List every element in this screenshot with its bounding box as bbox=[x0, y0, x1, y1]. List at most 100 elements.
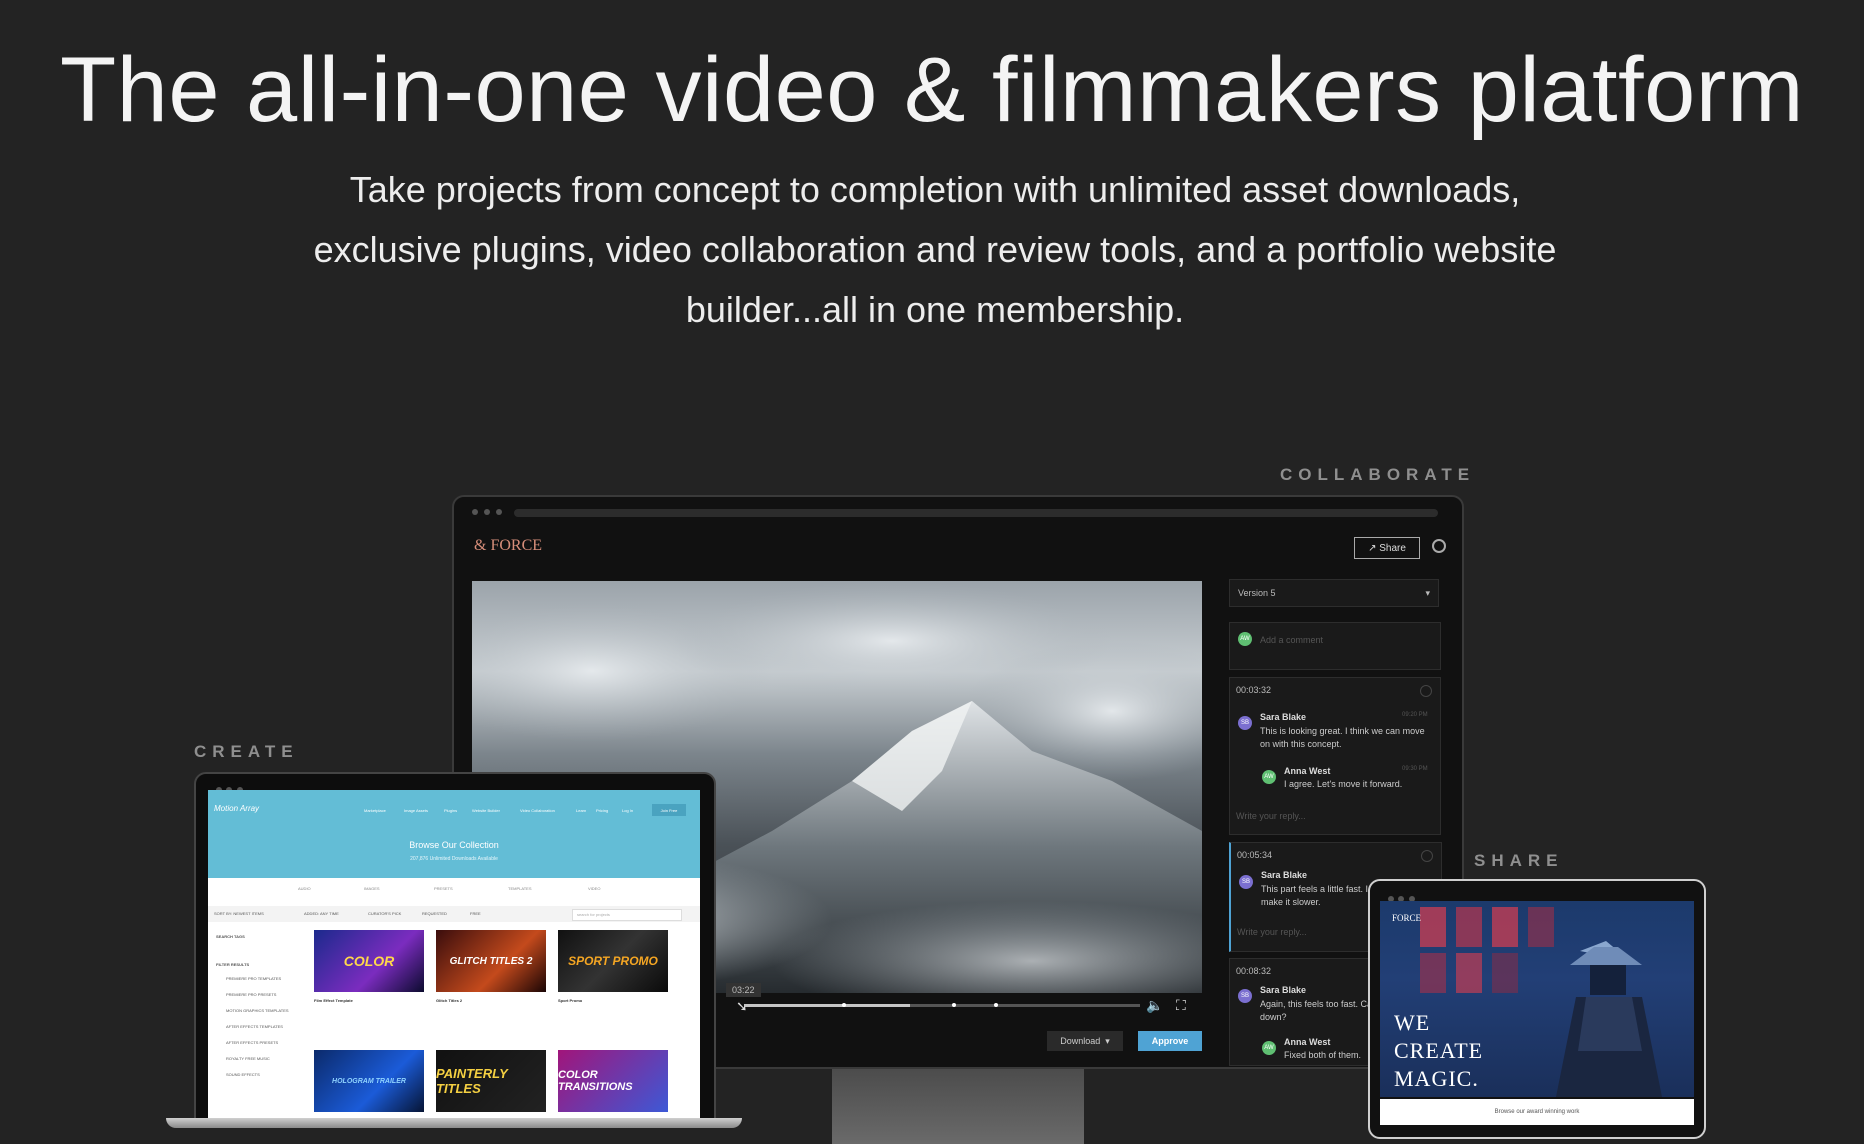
reply-input[interactable]: Write your reply... bbox=[1237, 927, 1307, 937]
timecode-chip: 03:22 bbox=[726, 983, 761, 997]
filter-item[interactable]: AFTER EFFECTS PRESETS bbox=[226, 1040, 278, 1045]
tab-video[interactable]: VIDEO bbox=[588, 886, 600, 891]
tablet-frame: FORCE WE CREATE MAGIC. Browse our award … bbox=[1368, 879, 1706, 1139]
nav-item[interactable]: Plugins bbox=[444, 808, 457, 813]
share-arrow-icon: ↗ bbox=[1368, 542, 1380, 554]
comment-author: Sara Blake bbox=[1260, 985, 1307, 995]
nav-item[interactable]: Image Assets bbox=[404, 808, 428, 813]
comment-placeholder: Add a comment bbox=[1260, 635, 1324, 645]
avatar: SB bbox=[1239, 875, 1253, 889]
nav-item[interactable]: Video Collaboration bbox=[520, 808, 555, 813]
fullscreen-icon[interactable]: ⛶ bbox=[1176, 997, 1186, 1014]
settings-icon[interactable] bbox=[1432, 539, 1446, 553]
marketplace-screen: Motion Array Marketplace Image Assets Pl… bbox=[208, 790, 700, 1126]
share-label: Share bbox=[1379, 542, 1406, 554]
filter-item[interactable]: SOUND EFFECTS bbox=[226, 1072, 260, 1077]
browse-heading: Browse Our Collection bbox=[409, 840, 499, 850]
hero-subtitle: Take projects from concept to completion… bbox=[313, 169, 1557, 330]
force-logo[interactable]: & FORCE bbox=[474, 537, 542, 555]
item-caption[interactable]: Glitch Titles 2 bbox=[436, 998, 462, 1003]
portfolio-browse-link[interactable]: Browse our award winning work bbox=[1380, 1099, 1694, 1125]
join-free-button[interactable]: Join Free bbox=[652, 804, 686, 816]
cursor-icon: ➘ bbox=[736, 998, 748, 1014]
download-button[interactable]: Download ▾ bbox=[1047, 1031, 1123, 1051]
collaborate-label: COLLABORATE bbox=[1280, 465, 1476, 484]
item-thumbnail[interactable]: COLOR bbox=[314, 930, 424, 992]
monitor-stand bbox=[832, 1067, 1084, 1144]
window-dot-icon bbox=[496, 509, 502, 515]
requested-checkbox[interactable]: REQUESTED bbox=[422, 911, 447, 916]
volume-icon[interactable]: 🔈 bbox=[1146, 997, 1163, 1014]
comment-author: Sara Blake bbox=[1260, 712, 1307, 722]
portfolio-hero-image: FORCE WE CREATE MAGIC. bbox=[1380, 901, 1694, 1097]
search-input[interactable]: search for projects bbox=[572, 909, 682, 921]
resolve-icon[interactable] bbox=[1420, 685, 1432, 697]
comment-text: I agree. Let's move it forward. bbox=[1284, 779, 1403, 789]
scrubber-progress bbox=[744, 1004, 911, 1007]
nav-item[interactable]: Pricing bbox=[596, 808, 608, 813]
laptop-frame: Motion Array Marketplace Image Assets Pl… bbox=[194, 772, 716, 1128]
review-header: & FORCE ↗ Share bbox=[454, 527, 1462, 577]
thread-timecode: 00:03:32 bbox=[1236, 685, 1272, 695]
comment-marker[interactable] bbox=[994, 1003, 998, 1007]
filter-item[interactable]: PREMIERE PRO TEMPLATES bbox=[226, 976, 281, 981]
item-caption[interactable]: Sport Promo bbox=[558, 998, 582, 1003]
avatar: AW bbox=[1238, 632, 1252, 646]
marketplace-header: Motion Array Marketplace Image Assets Pl… bbox=[208, 790, 700, 878]
thread-timecode: 00:05:34 bbox=[1237, 850, 1273, 860]
nav-item[interactable]: Website Builder bbox=[472, 808, 500, 813]
comment-thread[interactable]: 00:03:32 SB Sara Blake 09:20 PM This is … bbox=[1229, 677, 1441, 835]
motion-array-logo[interactable]: Motion Array bbox=[214, 804, 259, 813]
comment-author: Anna West bbox=[1284, 766, 1331, 776]
avatar: SB bbox=[1238, 989, 1252, 1003]
avatar: AW bbox=[1262, 770, 1276, 784]
nav-item[interactable]: Marketplace bbox=[364, 808, 386, 813]
comment-text: Fixed both of them. bbox=[1284, 1050, 1362, 1060]
date-select[interactable]: ADDED: ANY TIME bbox=[304, 911, 339, 916]
address-bar[interactable] bbox=[514, 509, 1438, 517]
version-value: Version 5 bbox=[1238, 588, 1276, 598]
video-scrubber[interactable] bbox=[744, 1004, 1140, 1007]
item-thumbnail[interactable]: GLITCH TITLES 2 bbox=[436, 930, 546, 992]
avatar: AW bbox=[1262, 1041, 1276, 1055]
filter-toolbar: SORT BY: NEWEST ITEMS ADDED: ANY TIME CU… bbox=[208, 906, 700, 922]
comment-marker[interactable] bbox=[952, 1003, 956, 1007]
curators-pick-checkbox[interactable]: CURATOR'S PICK bbox=[368, 911, 401, 916]
chevron-down-icon: ▾ bbox=[1425, 587, 1430, 598]
portfolio-logo[interactable]: FORCE bbox=[1392, 913, 1421, 923]
comment-author: Sara Blake bbox=[1261, 870, 1308, 880]
approve-button[interactable]: Approve bbox=[1138, 1031, 1202, 1051]
brand-prefix: & bbox=[474, 537, 487, 554]
item-thumbnail[interactable]: PAINTERLY TITLES bbox=[436, 1050, 546, 1112]
filter-results-label: FILTER RESULTS bbox=[216, 962, 250, 967]
free-checkbox[interactable]: FREE bbox=[470, 911, 481, 916]
add-comment-box[interactable]: AW Add a comment bbox=[1229, 622, 1441, 670]
reply-input[interactable]: Write your reply... bbox=[1236, 811, 1306, 821]
portfolio-headline: WE CREATE MAGIC. bbox=[1394, 1010, 1484, 1091]
share-button[interactable]: ↗ Share bbox=[1354, 537, 1420, 559]
version-select[interactable]: Version 5 ▾ bbox=[1229, 579, 1439, 607]
comment-text: This is looking great. I think we can mo… bbox=[1260, 726, 1425, 749]
item-thumbnail[interactable]: HOLOGRAM TRAILER bbox=[314, 1050, 424, 1112]
tab-presets[interactable]: PRESETS bbox=[434, 886, 453, 891]
nav-item[interactable]: Log In bbox=[622, 808, 633, 813]
item-thumbnail[interactable]: SPORT PROMO bbox=[558, 930, 668, 992]
filter-item[interactable]: PREMIERE PRO PRESETS bbox=[226, 992, 276, 997]
tab-images[interactable]: IMAGES bbox=[364, 886, 380, 891]
item-caption[interactable]: Film Effect Template bbox=[314, 998, 353, 1003]
item-thumbnail[interactable]: COLOR TRANSITIONS bbox=[558, 1050, 668, 1112]
resolve-icon[interactable] bbox=[1421, 850, 1433, 862]
brand-name: FORCE bbox=[490, 537, 543, 554]
download-label: Download bbox=[1060, 1036, 1101, 1046]
tab-audio[interactable]: AUDIO bbox=[298, 886, 311, 891]
filter-item[interactable]: AFTER EFFECTS TEMPLATES bbox=[226, 1024, 283, 1029]
sort-select[interactable]: SORT BY: NEWEST ITEMS bbox=[214, 911, 264, 916]
hero-title: The all-in-one video & filmmakers platfo… bbox=[59, 39, 1805, 141]
nav-item[interactable]: Learn bbox=[576, 808, 586, 813]
tab-templates[interactable]: TEMPLATES bbox=[508, 886, 532, 891]
laptop-base bbox=[166, 1118, 742, 1128]
share-label: SHARE bbox=[1474, 851, 1564, 870]
filter-item[interactable]: ROYALTY FREE MUSIC bbox=[226, 1056, 270, 1061]
comment-marker[interactable] bbox=[842, 1003, 846, 1007]
filter-item[interactable]: MOTION GRAPHICS TEMPLATES bbox=[226, 1008, 289, 1013]
